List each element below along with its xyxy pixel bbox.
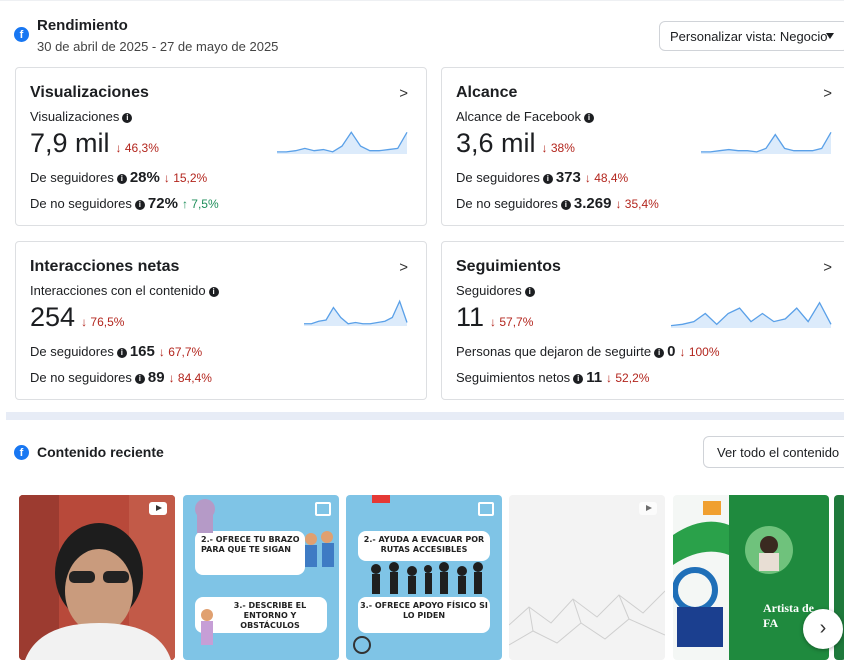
network-graphic xyxy=(509,495,665,660)
video-icon xyxy=(639,502,657,515)
metric-change: ↓ 38% xyxy=(541,141,575,155)
image-icon xyxy=(315,502,331,516)
post-thumbnail-video[interactable] xyxy=(19,495,175,660)
person-photo xyxy=(19,495,175,660)
post-thumbnail-video[interactable] xyxy=(509,495,665,660)
followers-row: De seguidores i 165 ↓ 67,7% xyxy=(30,343,203,360)
followers-row: De seguidores i 28% ↓ 15,2% xyxy=(30,169,208,186)
metric-label: Alcance de Facebook i xyxy=(456,109,595,124)
info-icon[interactable]: i xyxy=(134,374,145,384)
info-icon[interactable]: i xyxy=(654,348,665,358)
post-thumbnail-image[interactable]: 2.- AYUDA A EVACUAR POR RUTAS ACCESIBLES… xyxy=(346,495,502,660)
video-icon xyxy=(149,502,167,515)
people-illustration xyxy=(195,499,334,645)
page-title: Rendimiento xyxy=(37,17,128,34)
see-all-content-button[interactable]: Ver todo el contenido xyxy=(703,436,844,468)
info-icon[interactable]: i xyxy=(573,374,584,384)
evacuation-illustration xyxy=(353,495,483,654)
card-title: Alcance xyxy=(456,84,518,101)
follows-card[interactable]: Seguimientos > Seguidores i 11 ↓ 57,7% Per… xyxy=(441,241,844,400)
views-sparkline xyxy=(277,131,408,154)
card-title: Visualizaciones xyxy=(30,84,149,101)
sparkline-area xyxy=(671,302,831,328)
non-followers-row: De no seguidores i 72% ↑ 7,5% xyxy=(30,195,219,212)
metric-value: 7,9 mil ↓ 46,3% xyxy=(30,128,159,158)
facebook-icon: f xyxy=(14,445,29,460)
non-followers-row: De no seguidores i 3.269 ↓ 35,4% xyxy=(456,195,659,212)
chevron-right-icon[interactable]: > xyxy=(399,259,408,276)
reach-sparkline xyxy=(701,131,832,154)
metric-value: 254 ↓ 76,5% xyxy=(30,302,125,332)
metric-change: ↓ 76,5% xyxy=(81,315,125,329)
info-icon[interactable]: i xyxy=(122,113,133,123)
info-icon[interactable]: i xyxy=(584,113,595,123)
date-range: 30 de abril de 2025 - 27 de mayo de 2025 xyxy=(37,39,279,54)
views-card[interactable]: Visualizaciones > Visualizaciones i 7,9 m… xyxy=(15,67,427,226)
section-title: Contenido reciente xyxy=(37,444,164,460)
facebook-icon: f xyxy=(14,27,29,42)
sparkline-line xyxy=(701,131,832,153)
chevron-right-icon[interactable]: > xyxy=(823,259,832,276)
custom-view-label: Personalizar vista: Negocio xyxy=(670,29,828,44)
metric-value: 11 ↓ 57,7% xyxy=(456,302,534,332)
followers-row: De seguidores i 373 ↓ 48,4% xyxy=(456,169,629,186)
card-title: Seguimientos xyxy=(456,258,561,275)
info-icon[interactable]: i xyxy=(116,174,127,184)
post-thumbnail-image[interactable]: 2.- OFRECE TU BRAZO PARA QUE TE SIGAN 3.… xyxy=(183,495,339,660)
interactions-sparkline xyxy=(304,299,408,326)
info-icon[interactable]: i xyxy=(116,348,127,358)
caret-down-icon xyxy=(826,33,834,39)
non-followers-row: De no seguidores i 89 ↓ 84,4% xyxy=(30,369,212,386)
info-icon[interactable]: i xyxy=(560,200,571,210)
info-icon[interactable]: i xyxy=(542,174,553,184)
net-follows-row: Seguimientos netos i 11 ↓ 52,2% xyxy=(456,369,650,386)
image-icon xyxy=(478,502,494,516)
metric-change: ↓ 46,3% xyxy=(115,141,159,155)
custom-view-dropdown[interactable]: Personalizar vista: Negocio xyxy=(659,21,844,51)
performance-header: f Rendimiento 30 de abril de 2025 - 27 d… xyxy=(0,0,844,62)
follows-sparkline xyxy=(670,301,832,328)
interactions-card[interactable]: Interacciones netas > Interacciones con … xyxy=(15,241,427,400)
section-divider xyxy=(6,412,844,420)
carousel-next-button[interactable]: › xyxy=(803,609,843,649)
chevron-right-icon[interactable]: > xyxy=(823,85,832,102)
metric-label: Seguidores i xyxy=(456,283,535,298)
info-icon[interactable]: i xyxy=(208,287,219,297)
reach-card[interactable]: Alcance > Alcance de Facebook i 3,6 mil ↓ … xyxy=(441,67,844,226)
info-icon[interactable]: i xyxy=(134,200,145,210)
metric-change: ↓ 57,7% xyxy=(490,315,534,329)
card-title: Interacciones netas xyxy=(30,258,180,275)
metric-label: Visualizaciones i xyxy=(30,109,133,124)
chevron-right-icon[interactable]: > xyxy=(399,85,408,102)
metric-label: Interacciones con el contenido i xyxy=(30,283,219,298)
unfollows-row: Personas que dejaron de seguirte i 0 ↓ 100% xyxy=(456,343,720,360)
metric-value: 3,6 mil ↓ 38% xyxy=(456,128,575,158)
info-icon[interactable]: i xyxy=(524,287,535,297)
